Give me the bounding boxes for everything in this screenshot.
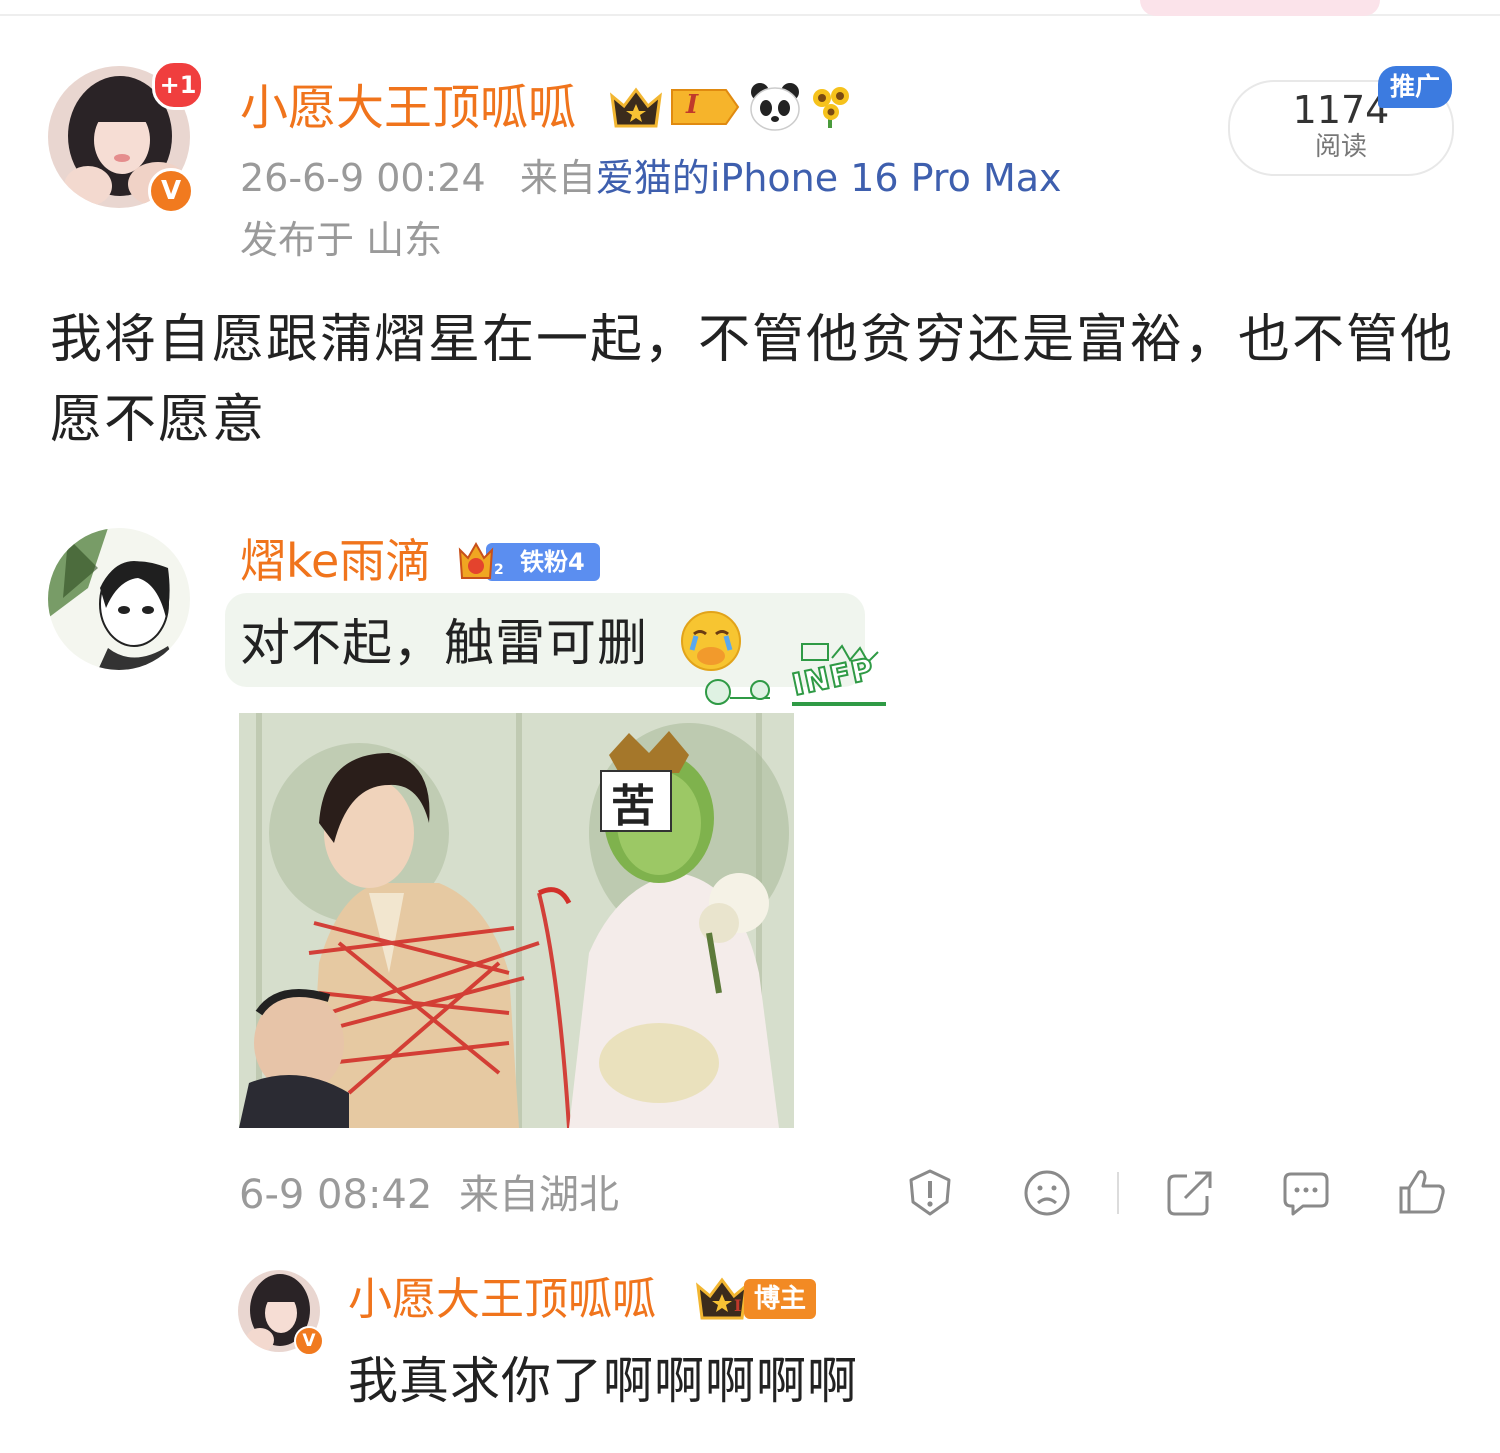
comment-text: 对不起，触雷可删 <box>240 614 648 672</box>
commenter-name[interactable]: 熠ke雨滴 <box>240 532 431 590</box>
comment-location: 来自湖北 <box>459 1172 620 1218</box>
read-label: 阅读 <box>1314 132 1367 162</box>
action-divider <box>1117 1172 1119 1214</box>
infp-sticker: INFP <box>700 638 888 712</box>
reply-badges: I 博主 <box>694 1276 820 1322</box>
verified-badge: V <box>148 168 194 214</box>
top-decoration <box>1140 0 1380 16</box>
like-icon[interactable] <box>1397 1166 1447 1216</box>
comment-time: 6-9 08:42 <box>239 1172 433 1218</box>
post-source-device[interactable]: 爱猫的iPhone 16 Pro Max <box>596 156 1062 200</box>
photo-stamp-text: 苦 <box>611 781 655 832</box>
post-text: 我将自愿跟蒲熠星在一起，不管他贫穷还是富裕，也不管他愿不愿意 <box>50 310 1455 450</box>
comment-icon[interactable] <box>1281 1168 1331 1218</box>
sad-face-icon[interactable] <box>1022 1168 1072 1218</box>
level-badge-text: I <box>686 90 699 120</box>
reply-verified-badge: V <box>294 1326 324 1356</box>
reply-level-badge: I <box>734 1296 742 1315</box>
share-icon[interactable] <box>1165 1168 1215 1218</box>
sunflower-icon <box>808 82 854 130</box>
post-location: 发布于 山东 <box>240 218 443 262</box>
crown-level-badge: I <box>608 82 740 132</box>
avatar-plus-badge: +1 <box>152 60 204 110</box>
promote-tag[interactable]: 推广 <box>1378 66 1452 108</box>
fan-badge-label: 铁粉4 <box>520 548 585 576</box>
comment-photo[interactable]: 苦 <box>239 713 794 1128</box>
fan-level-badge: 2 铁粉4 <box>456 538 600 584</box>
blogger-badge: 博主 <box>744 1279 817 1319</box>
post-author-name[interactable]: 小愿大王顶呱呱 <box>240 78 576 138</box>
post-time: 26-6-9 00:24 <box>240 156 486 200</box>
panda-icon <box>748 80 802 132</box>
fan-level-number: 2 <box>494 562 504 578</box>
post-meta-line: 26-6-9 00:24 来自爱猫的iPhone 16 Pro Max <box>240 152 1062 204</box>
post-source-prefix: 来自 <box>519 156 596 200</box>
commenter-avatar[interactable] <box>48 528 190 670</box>
comment-meta: 6-9 08:42 来自湖北 <box>239 1168 619 1222</box>
report-icon[interactable] <box>905 1168 955 1218</box>
reply-author-name[interactable]: 小愿大王顶呱呱 <box>348 1272 656 1328</box>
reply-text: 我真求你了啊啊啊啊啊 <box>348 1352 858 1410</box>
